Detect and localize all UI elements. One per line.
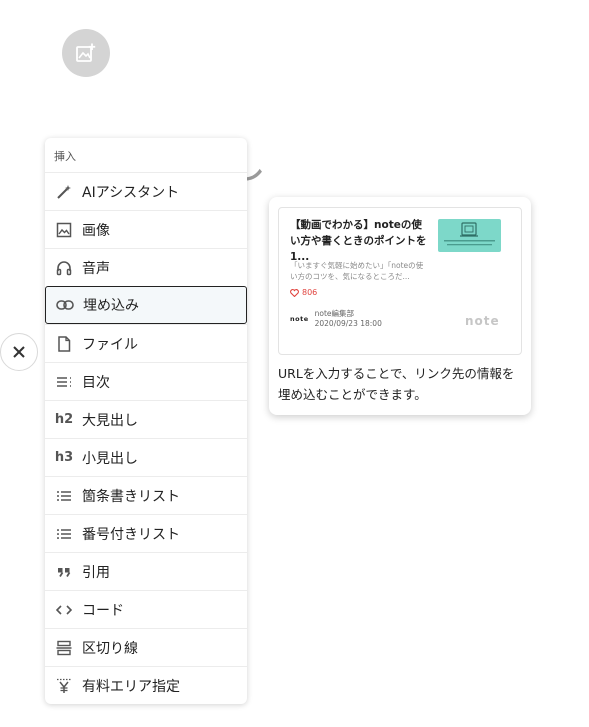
embed-card-likes: 806 (290, 288, 317, 297)
close-button[interactable] (0, 333, 38, 371)
embed-preview-tooltip: 【動画でわかる】noteの使い方や書くときのポイントを1... 「いますぐ気軽に… (269, 197, 531, 415)
menu-item-label: 目次 (82, 374, 110, 391)
h2-icon: h2 (54, 412, 74, 427)
menu-item-label: 大見出し (82, 412, 138, 429)
menu-item-label: AIアシスタント (82, 184, 180, 201)
insert-menu: 挿入 AIアシスタント 画像 音声 埋め込み ファイル 目次 h2 大見出し h… (45, 138, 247, 704)
menu-item-label: ファイル (82, 336, 138, 353)
add-image-button[interactable] (62, 29, 110, 77)
menu-item-label: コード (82, 602, 124, 619)
menu-item-label: 音声 (82, 260, 110, 277)
close-icon (13, 346, 25, 358)
menu-item-numbered-list[interactable]: 番号付きリスト (45, 514, 247, 552)
menu-item-label: 埋め込み (83, 298, 139, 314)
h3-icon: h3 (54, 450, 74, 465)
code-icon (55, 601, 73, 619)
bulleted-list-icon (55, 487, 73, 505)
likes-count: 806 (302, 288, 318, 297)
author-name: note編集部 (314, 309, 355, 318)
embed-card-description: 「いますぐ気軽に始めたい」「noteの使い方のコツを、気になるところだ... (290, 261, 424, 281)
menu-item-heading-large[interactable]: h2 大見出し (45, 400, 247, 438)
menu-item-bulleted-list[interactable]: 箇条書きリスト (45, 476, 247, 514)
embed-card-title: 【動画でわかる】noteの使い方や書くときのポイントを1... (290, 219, 427, 263)
heart-icon (290, 288, 299, 297)
menu-item-audio[interactable]: 音声 (45, 248, 247, 286)
menu-item-heading-small[interactable]: h3 小見出し (45, 438, 247, 476)
menu-item-toc[interactable]: 目次 (45, 362, 247, 400)
link-icon (56, 296, 74, 314)
numbered-list-icon (55, 525, 73, 543)
menu-item-label: 有料エリア指定 (82, 678, 180, 695)
menu-item-label: 番号付きリスト (82, 526, 180, 543)
menu-item-label: 区切り線 (82, 640, 138, 657)
menu-item-label: 引用 (82, 564, 110, 581)
author-logo: note (290, 315, 309, 323)
menu-item-label: 画像 (82, 222, 110, 239)
menu-item-file[interactable]: ファイル (45, 324, 247, 362)
menu-item-image[interactable]: 画像 (45, 210, 247, 248)
image-plus-icon (76, 43, 96, 62)
embed-card-content: 【動画でわかる】noteの使い方や書くときのポイントを1... 「いますぐ気軽に… (287, 217, 513, 343)
menu-item-label: 小見出し (82, 450, 138, 467)
note-brand-logo: note (465, 314, 500, 328)
magic-wand-icon (55, 183, 73, 201)
menu-item-divider[interactable]: 区切り線 (45, 628, 247, 666)
menu-item-embed[interactable]: 埋め込み (45, 286, 247, 324)
file-icon (55, 335, 73, 353)
post-date: 2020/09/23 18:00 (314, 319, 382, 328)
headphones-icon (55, 259, 73, 277)
menu-item-label: 箇条書きリスト (82, 488, 180, 505)
menu-item-paid-area[interactable]: 有料エリア指定 (45, 666, 247, 704)
embed-card-author: note note編集部 2020/09/23 18:00 (290, 309, 382, 329)
toc-icon (55, 373, 73, 391)
image-icon (55, 221, 73, 239)
embed-preview-card: 【動画でわかる】noteの使い方や書くときのポイントを1... 「いますぐ気軽に… (278, 207, 522, 355)
divider-icon (55, 639, 73, 657)
editor-page: し 挿入 AIアシスタント 画像 音声 (0, 0, 589, 727)
embed-preview-description: URLを入力することで、リンク先の情報を埋め込むことができます。 (278, 366, 515, 402)
menu-item-ai-assistant[interactable]: AIアシスタント (45, 172, 247, 210)
insert-menu-header: 挿入 (54, 150, 76, 163)
menu-item-code[interactable]: コード (45, 590, 247, 628)
embed-card-thumbnail (438, 219, 501, 252)
quote-icon (55, 563, 73, 581)
author-meta: note編集部 2020/09/23 18:00 (315, 309, 382, 329)
yen-icon (55, 677, 73, 695)
menu-item-quote[interactable]: 引用 (45, 552, 247, 590)
